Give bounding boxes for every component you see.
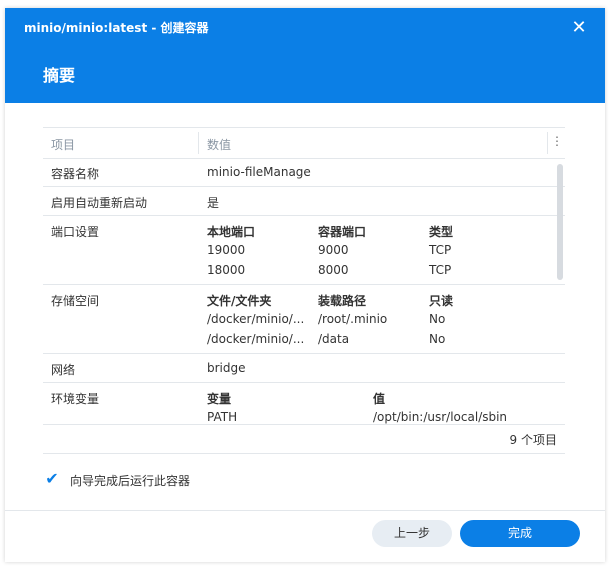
window-title: minio/minio:latest - 创建容器 <box>24 21 209 35</box>
summary-table: 项目 数值 ⋮ 容器名称 minio-fileManage 启用自动重新启动 是… <box>43 127 565 454</box>
env-header-value: 值 <box>373 392 386 406</box>
storage-readonly: No <box>429 332 446 346</box>
page-title: 摘要 <box>43 66 76 85</box>
table-row[interactable]: 网络 bridge <box>43 354 565 383</box>
close-icon: ✕ <box>571 17 587 38</box>
row-key: 启用自动重新启动 <box>51 196 148 210</box>
row-key: 端口设置 <box>51 225 100 239</box>
close-button[interactable]: ✕ <box>569 18 589 38</box>
row-key: 网络 <box>51 363 76 377</box>
port-local: 18000 <box>207 263 246 277</box>
column-menu-icon[interactable]: ⋮ <box>551 134 563 148</box>
row-value: bridge <box>207 361 246 375</box>
footer-divider <box>5 510 605 511</box>
storage-header-mount: 装载路径 <box>318 294 367 308</box>
table-row[interactable]: 存储空间 文件/文件夹 装载路径 只读 /docker/minio/... /r… <box>43 285 565 354</box>
table-footer-divider <box>43 424 565 425</box>
table-row[interactable]: 启用自动重新启动 是 <box>43 187 565 216</box>
env-header-variable: 变量 <box>207 392 232 406</box>
done-button[interactable]: 完成 <box>460 520 580 547</box>
env-variable: PATH <box>207 410 238 424</box>
item-count: 9 个项目 <box>509 433 557 447</box>
storage-header-folder: 文件/文件夹 <box>207 294 272 308</box>
row-key: 环境变量 <box>51 392 100 406</box>
port-type: TCP <box>429 263 452 277</box>
port-header-local: 本地端口 <box>207 225 256 239</box>
previous-button[interactable]: 上一步 <box>372 520 452 547</box>
storage-readonly: No <box>429 312 446 326</box>
port-container: 9000 <box>318 243 349 257</box>
port-header-type: 类型 <box>429 225 454 239</box>
column-divider[interactable] <box>547 132 548 154</box>
port-type: TCP <box>429 243 452 257</box>
port-container: 8000 <box>318 263 349 277</box>
run-after-wizard-label: 向导完成后运行此容器 <box>70 474 191 488</box>
row-value: 是 <box>207 196 220 210</box>
port-local: 19000 <box>207 243 246 257</box>
storage-folder: /docker/minio/... <box>207 332 305 346</box>
row-value: minio-fileManage <box>207 165 311 179</box>
storage-header-readonly: 只读 <box>429 294 454 308</box>
row-key: 容器名称 <box>51 167 100 181</box>
storage-folder: /docker/minio/... <box>207 312 305 326</box>
storage-mount: /data <box>318 332 350 346</box>
checkmark-icon[interactable]: ✔ <box>44 471 60 487</box>
create-container-dialog: minio/minio:latest - 创建容器 ✕ 摘要 项目 数值 ⋮ 容… <box>5 8 605 562</box>
storage-mount: /root/.minio <box>318 312 388 326</box>
row-key: 存储空间 <box>51 294 100 308</box>
column-header-value[interactable]: 数值 <box>207 136 231 153</box>
table-header: 项目 数值 ⋮ <box>43 128 565 159</box>
table-row[interactable]: 环境变量 变量 值 PATH /opt/bin:/usr/local/sbin <box>43 383 565 424</box>
table-scrollbar[interactable] <box>557 164 563 280</box>
column-divider[interactable] <box>198 132 199 154</box>
table-row[interactable]: 容器名称 minio-fileManage <box>43 158 565 187</box>
column-header-item[interactable]: 项目 <box>51 136 75 153</box>
table-body: 容器名称 minio-fileManage 启用自动重新启动 是 端口设置 本地… <box>43 158 565 424</box>
table-row[interactable]: 端口设置 本地端口 容器端口 类型 19000 9000 TCP 18000 8… <box>43 216 565 285</box>
port-header-container: 容器端口 <box>318 225 367 239</box>
env-value: /opt/bin:/usr/local/sbin <box>373 410 508 424</box>
dialog-header: minio/minio:latest - 创建容器 ✕ 摘要 <box>5 8 605 103</box>
